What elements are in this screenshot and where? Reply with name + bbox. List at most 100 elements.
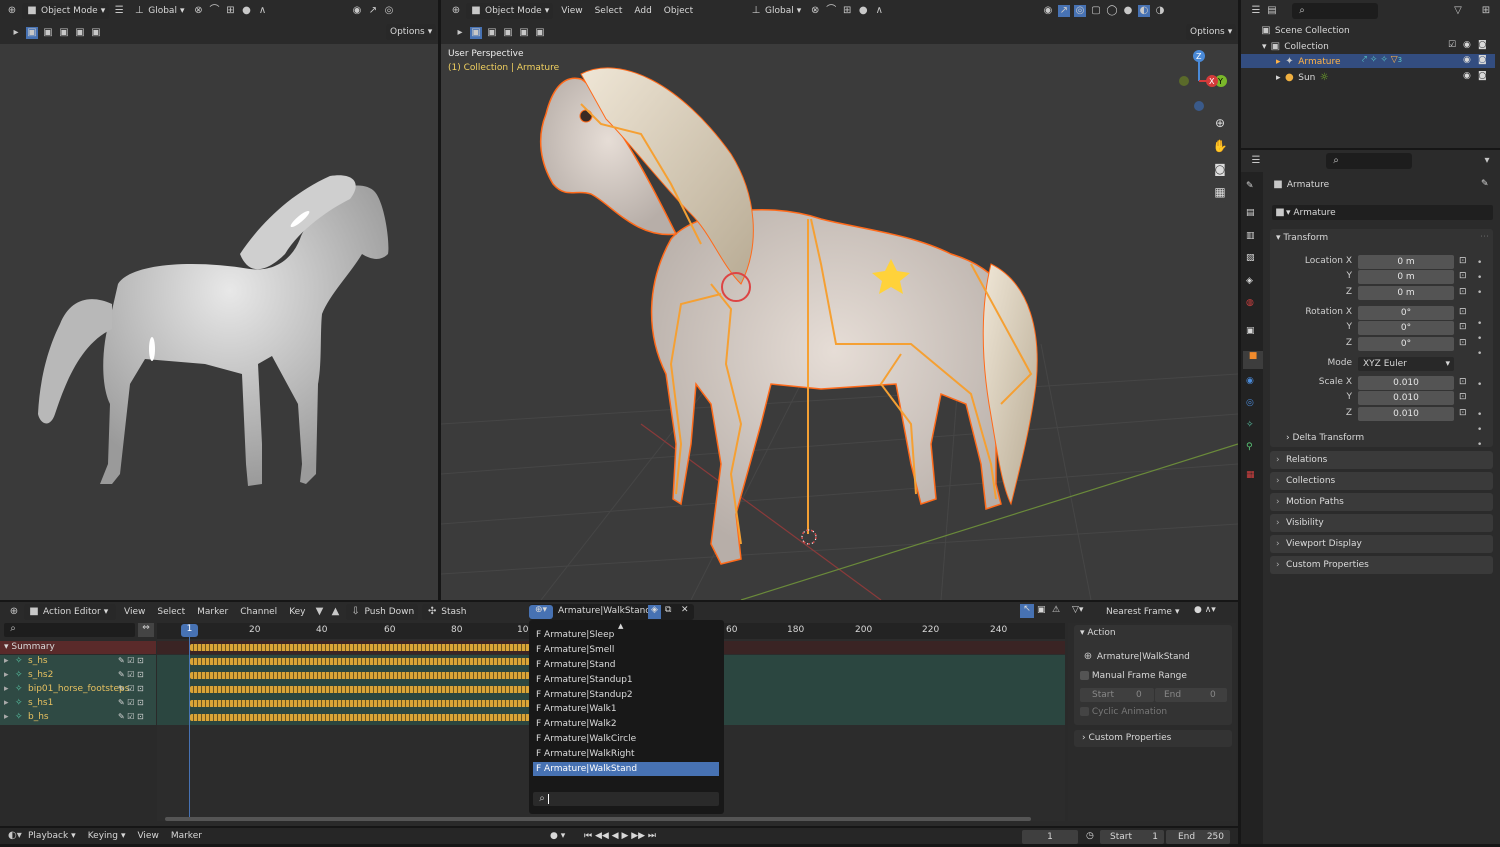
menu-object[interactable]: Object: [660, 3, 697, 19]
editor-type-icon[interactable]: ⊕: [8, 606, 20, 618]
layer-up-icon[interactable]: ▲: [330, 606, 342, 618]
custom-properties-section[interactable]: Custom Properties: [1270, 556, 1493, 574]
proportional-icon[interactable]: ●: [240, 5, 252, 17]
rotation-x-field[interactable]: 0°: [1358, 306, 1454, 320]
visibility-section[interactable]: Visibility: [1270, 514, 1493, 532]
left-options-button[interactable]: Options ▾: [386, 24, 437, 40]
main-mode-dropdown[interactable]: ■ Object Mode ▾: [466, 3, 554, 19]
pivot-icon[interactable]: ⊗: [809, 5, 821, 17]
properties-options-icon[interactable]: ▾: [1481, 155, 1493, 167]
visibility-icon[interactable]: ◉: [351, 5, 363, 17]
action-item-standup1[interactable]: F Armature|Standup1: [533, 673, 719, 687]
overlay-icon[interactable]: ◎: [1074, 5, 1086, 17]
rotation-y-field[interactable]: 0°: [1358, 321, 1454, 335]
editor-mode-dropdown[interactable]: ■ Action Editor ▾: [24, 604, 116, 620]
main-orientation-dropdown[interactable]: ⊥ Global ▾: [746, 3, 805, 19]
action-item-smell[interactable]: F Armature|Smell: [533, 643, 719, 657]
gizmo-icon[interactable]: ↗: [1058, 5, 1070, 17]
select-invert-icon[interactable]: ▣: [74, 27, 86, 39]
manual-frame-range-checkbox[interactable]: Manual Frame Range: [1080, 671, 1187, 681]
unlink-action-icon[interactable]: ✕: [681, 605, 689, 615]
ae-menu-key[interactable]: Key: [285, 604, 309, 620]
snap-mode-dropdown[interactable]: Nearest Frame ▾: [1102, 604, 1188, 620]
left-orientation-dropdown[interactable]: ⊥ Global ▾: [129, 3, 188, 19]
location-x-lock-icon[interactable]: ⊡: [1459, 256, 1467, 266]
end-frame-field[interactable]: End 250: [1166, 830, 1230, 844]
scale-z-lock-icon[interactable]: ⊡: [1459, 408, 1467, 418]
collections-section[interactable]: Collections: [1270, 472, 1493, 490]
pivot-icon[interactable]: ⊗: [192, 5, 204, 17]
solid-shading-icon[interactable]: ●: [1122, 5, 1134, 17]
current-frame-field[interactable]: 1: [1022, 830, 1078, 844]
channel-control-icons[interactable]: ✎ ☑ ⊡ ✎ ☑ ⊡ ✎ ☑ ⊡ ✎ ☑ ⊡ ✎ ☑ ⊡: [118, 654, 144, 724]
collection-camera-icon[interactable]: ◙: [1478, 40, 1487, 50]
filter-icon[interactable]: ▽▾: [1072, 605, 1083, 615]
world-tab-icon[interactable]: ◍: [1246, 298, 1254, 308]
menu-add[interactable]: Add: [630, 3, 655, 19]
filter-icon[interactable]: ▽: [1452, 5, 1464, 17]
texture-tab-icon[interactable]: ▦: [1246, 470, 1255, 480]
outliner-search[interactable]: ⌕: [1292, 3, 1378, 19]
pin-icon[interactable]: ✎: [1481, 179, 1489, 189]
wireframe-shading-icon[interactable]: ◯: [1106, 5, 1118, 17]
editor-type-icon[interactable]: ☰: [1250, 155, 1262, 167]
collection-eye-icon[interactable]: ◉: [1463, 40, 1471, 50]
stash-button[interactable]: ✣ Stash: [422, 604, 471, 620]
camera-icon[interactable]: ◙: [1209, 158, 1231, 180]
editor-type-icon[interactable]: ☰: [1250, 5, 1262, 17]
navigation-gizmo[interactable]: Z X Y: [1169, 46, 1238, 116]
collection-checkbox-icon[interactable]: ☑: [1448, 40, 1456, 50]
editor-type-icon[interactable]: ◐▾: [8, 830, 22, 842]
rotation-mode-dropdown[interactable]: XYZ Euler ▾: [1358, 357, 1454, 371]
push-down-button[interactable]: ⇩ Push Down: [345, 604, 419, 620]
physics-tab-icon[interactable]: ◎: [1246, 398, 1254, 408]
new-collection-icon[interactable]: ⊞: [1480, 5, 1492, 17]
rotation-z-field[interactable]: 0°: [1358, 337, 1454, 351]
action-item-sleep[interactable]: F Armature|Sleep: [533, 628, 719, 642]
object-tab-icon[interactable]: ■: [1243, 351, 1263, 369]
sun-eye-icon[interactable]: ◉: [1463, 71, 1471, 81]
use-preview-range-icon[interactable]: ◷: [1086, 831, 1094, 841]
record-icon[interactable]: ● ▾: [550, 831, 565, 841]
motion-paths-section[interactable]: Motion Paths: [1270, 493, 1493, 511]
visibility-icon[interactable]: ◉: [1042, 5, 1054, 17]
proportional-edit-icon[interactable]: ● ∧▾: [1194, 605, 1216, 615]
only-selected-icon[interactable]: ↖: [1020, 604, 1034, 618]
editor-type-icon[interactable]: ⊕: [6, 5, 18, 17]
select-intersect-icon[interactable]: ▣: [90, 27, 102, 39]
action-name-field[interactable]: Armature|WalkStand: [558, 606, 651, 616]
proportional-icon[interactable]: ●: [857, 5, 869, 17]
transform-title[interactable]: ▾ Transform: [1276, 233, 1328, 243]
select-tool-icon[interactable]: ▸: [10, 27, 22, 39]
action-custom-props[interactable]: › Custom Properties: [1074, 730, 1232, 747]
outliner-armature[interactable]: ▸ ✦ Armature: [1276, 56, 1341, 68]
render-tab-icon[interactable]: ▤: [1246, 208, 1255, 218]
action-item-standup2[interactable]: F Armature|Standup2: [533, 688, 719, 702]
output-tab-icon[interactable]: ▥: [1246, 231, 1255, 241]
current-frame-indicator[interactable]: 1: [181, 624, 198, 637]
action-panel-title[interactable]: ▾ Action: [1080, 628, 1116, 638]
swap-icon[interactable]: ⇔: [138, 623, 154, 637]
action-item-stand[interactable]: F Armature|Stand: [533, 658, 719, 672]
location-x-field[interactable]: 0 m: [1358, 255, 1454, 269]
editor-type-icon[interactable]: ⊕: [450, 5, 462, 17]
scale-x-field[interactable]: 0.010: [1358, 376, 1454, 390]
s-hs-keyframes[interactable]: [190, 658, 530, 665]
footsteps-keyframes[interactable]: [190, 686, 530, 693]
location-z-field[interactable]: 0 m: [1358, 286, 1454, 300]
armature-camera-icon[interactable]: ◙: [1478, 55, 1487, 65]
select-intersect-icon[interactable]: ▣: [534, 27, 546, 39]
armature-eye-icon[interactable]: ◉: [1463, 55, 1471, 65]
action-item-walk1[interactable]: F Armature|Walk1: [533, 702, 719, 716]
outliner-sun[interactable]: ▸ ● Sun ☼: [1276, 72, 1330, 84]
rotation-z-lock-icon[interactable]: ⊡: [1459, 338, 1467, 348]
action-menu-search[interactable]: ⌕: [533, 792, 719, 806]
action-item-walk2[interactable]: F Armature|Walk2: [533, 717, 719, 731]
snap-icon[interactable]: ⌒: [825, 5, 837, 17]
zoom-icon[interactable]: ⊕: [1209, 112, 1231, 134]
location-z-lock-icon[interactable]: ⊡: [1459, 287, 1467, 297]
b-hs-keyframes[interactable]: [190, 714, 530, 721]
channel-search[interactable]: ⌕: [4, 623, 135, 637]
main-options-button[interactable]: Options ▾: [1186, 24, 1237, 40]
delta-transform-section[interactable]: › Delta Transform: [1286, 433, 1364, 443]
